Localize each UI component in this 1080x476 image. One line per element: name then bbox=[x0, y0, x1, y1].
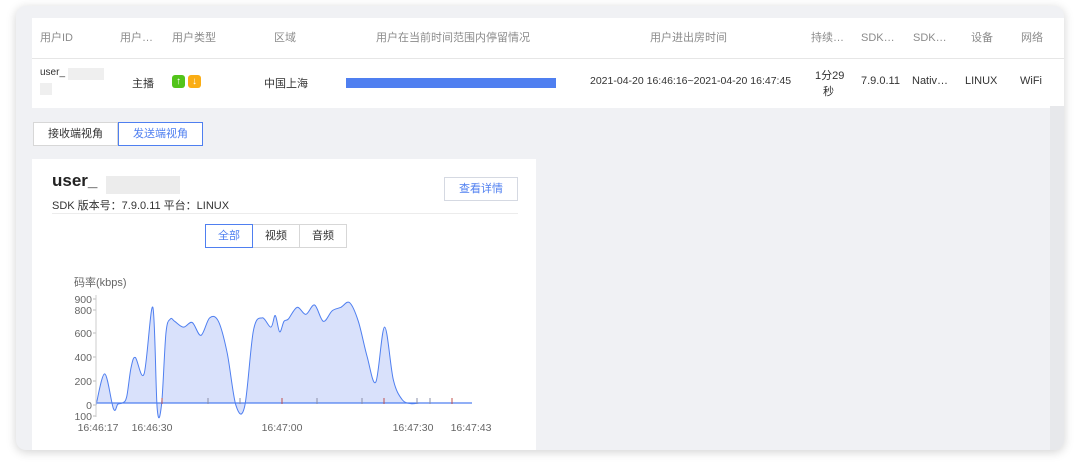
col-network[interactable]: 网络 bbox=[1021, 18, 1043, 58]
table-header: 用户ID 用户… 用户类型 区域 用户在当前时间范围内停留情况 用户进出房时间 … bbox=[32, 18, 1064, 59]
user-table: 用户ID 用户… 用户类型 区域 用户在当前时间范围内停留情况 用户进出房时间 … bbox=[32, 18, 1064, 108]
col-user-role[interactable]: 用户… bbox=[120, 18, 153, 58]
x-tick-label: 16:47:00 bbox=[262, 422, 303, 434]
cell-time-range: 2021-04-20 16:46:16~2021-04-20 16:47:45 bbox=[590, 75, 792, 87]
y-tick-label: 600 bbox=[74, 328, 92, 340]
cell-role: 主播 bbox=[132, 78, 154, 90]
perspective-tabs: 接收端视角 发送端视角 bbox=[33, 122, 203, 146]
app-frame: 用户ID 用户… 用户类型 区域 用户在当前时间范围内停留情况 用户进出房时间 … bbox=[16, 6, 1064, 450]
y-tick-label: 900 bbox=[74, 294, 92, 306]
col-user-type[interactable]: 用户类型 bbox=[172, 18, 216, 58]
x-tick-label: 16:46:17 bbox=[78, 422, 119, 434]
col-sdk-version[interactable]: SDK… bbox=[861, 18, 895, 58]
col-stay[interactable]: 用户在当前时间范围内停留情况 bbox=[376, 18, 530, 58]
col-device[interactable]: 设备 bbox=[971, 18, 993, 58]
stay-progress-bar bbox=[346, 78, 556, 88]
arrow-up-icon: ↑ bbox=[172, 75, 185, 88]
filter-all[interactable]: 全部 bbox=[205, 224, 253, 248]
cell-sdk-version: 7.9.0.11 bbox=[861, 75, 900, 87]
col-user-id[interactable]: 用户ID bbox=[40, 18, 73, 58]
col-in-out-time[interactable]: 用户进出房时间 bbox=[650, 18, 727, 58]
col-region[interactable]: 区域 bbox=[274, 18, 296, 58]
y-tick-label: 0 bbox=[86, 400, 92, 412]
table-row[interactable]: user_ 主播 ↑ ↓ 中国上海 2021-04-20 16:46:16~20… bbox=[32, 59, 1064, 108]
tab-receiver-view[interactable]: 接收端视角 bbox=[33, 122, 118, 146]
redacted-id-blur bbox=[68, 68, 104, 80]
col-duration[interactable]: 持续… bbox=[811, 18, 844, 58]
y-tick-label: 800 bbox=[74, 305, 92, 317]
col-sdk-type[interactable]: SDK… bbox=[913, 18, 947, 58]
x-tick-label: 16:46:30 bbox=[132, 422, 173, 434]
cell-sdk-type: Nativ… bbox=[912, 75, 949, 87]
bitrate-area-series bbox=[95, 301, 472, 419]
user-detail-card: user_ SDK 版本号：7.9.0.11 平台：LINUX 查看详情 全部 … bbox=[32, 159, 536, 450]
cell-duration-line2: 秒 bbox=[823, 86, 834, 98]
y-tick-label: 400 bbox=[74, 352, 92, 364]
arrow-down-icon: ↓ bbox=[188, 75, 201, 88]
bitrate-chart: 码率(kbps) 1000200400600800900 16:46:17 16:… bbox=[74, 275, 492, 434]
cell-duration-line1: 1分29 bbox=[815, 70, 845, 82]
y-axis-label: 码率(kbps) bbox=[74, 275, 127, 289]
cell-region: 中国上海 bbox=[264, 78, 308, 90]
y-tick-label: 200 bbox=[74, 376, 92, 388]
x-tick-label: 16:47:43 bbox=[451, 422, 492, 434]
redacted-id-blur-2 bbox=[40, 83, 52, 95]
cell-device: LINUX bbox=[965, 75, 998, 87]
tab-sender-view[interactable]: 发送端视角 bbox=[118, 122, 203, 146]
x-tick-label: 16:47:30 bbox=[393, 422, 434, 434]
side-scrollbar[interactable] bbox=[1050, 106, 1064, 450]
cell-user-id[interactable]: user_ bbox=[40, 67, 65, 78]
cell-network: WiFi bbox=[1020, 75, 1042, 87]
